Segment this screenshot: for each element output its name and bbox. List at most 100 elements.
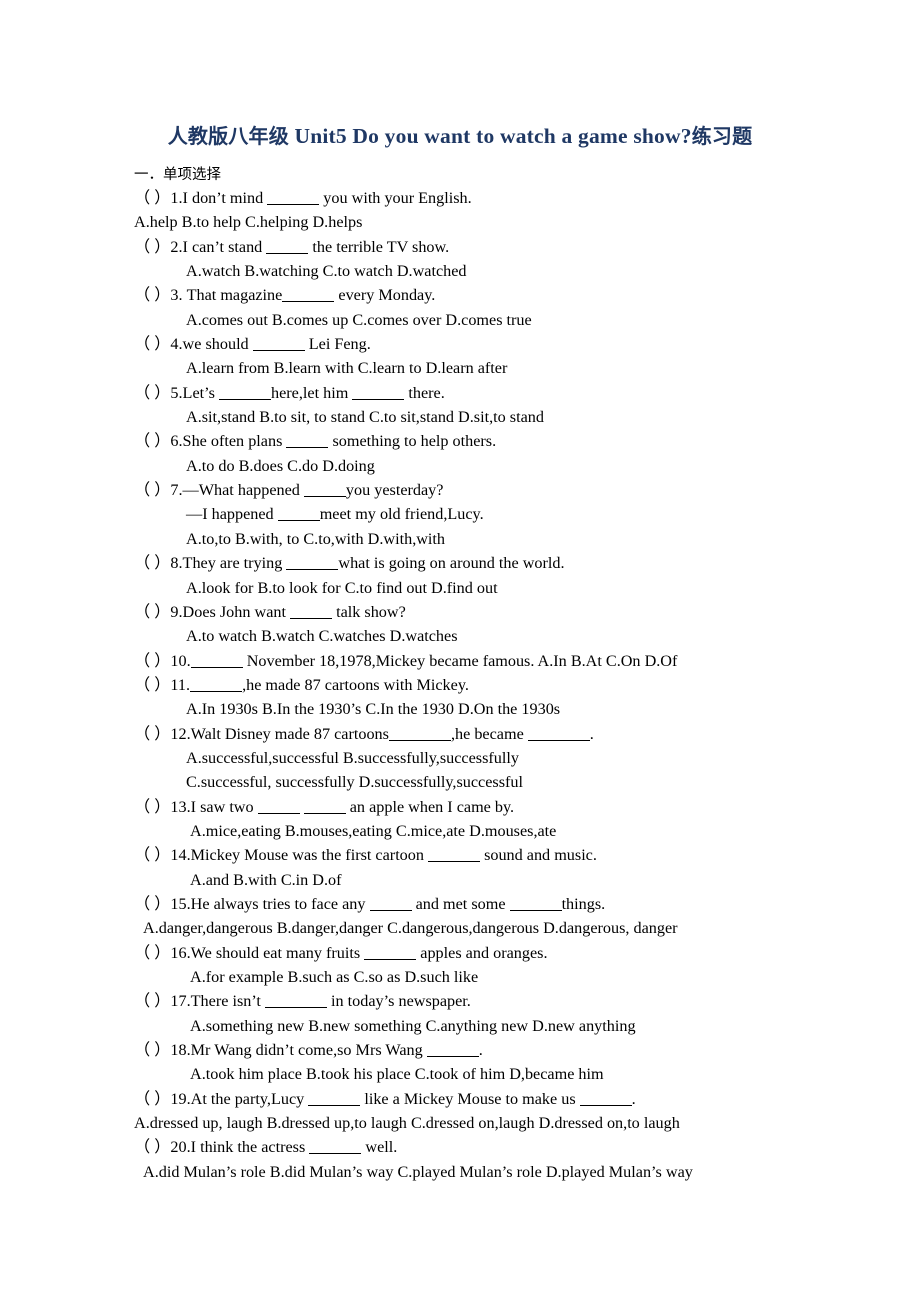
line-text: A.for example B.such as C.so as D.such l… [190, 968, 479, 986]
answer-blank [190, 651, 243, 668]
question-list: （ ）1.I don’t mind you with your English.… [0, 186, 920, 1184]
question-line: A.to,to B.with, to C.to,with D.with,with [0, 527, 920, 551]
question-line: A.to do B.does C.do D.doing [0, 454, 920, 478]
question-line: A.mice,eating B.mouses,eating C.mice,ate… [0, 819, 920, 843]
question-line: A.sit,stand B.to sit, to stand C.to sit,… [0, 405, 920, 429]
answer-blank [352, 383, 405, 400]
line-text: A.help B.to help C.helping D.helps [134, 213, 363, 232]
line-text: C.successful, successfully D.successfull… [186, 773, 524, 792]
question-line: A.for example B.such as C.so as D.such l… [0, 965, 920, 989]
line-text: A.In 1930s B.In the 1930’s C.In the 1930… [186, 700, 561, 719]
line-text: A.to,to B.with, to C.to,with D.with,with [186, 529, 446, 548]
line-text: A.watch B.watching C.to watch D.watched [186, 262, 467, 281]
line-text: （ ）20.I think the actress well. [134, 1138, 398, 1157]
question-line: A.learn from B.learn with C.learn to D.l… [0, 356, 920, 380]
line-text: （ ）11. ,he made 87 cartoons with Mickey. [134, 675, 469, 694]
line-text: （ ）8.They are trying what is going on ar… [134, 554, 565, 573]
line-text: （ ）6.She often plans something to help o… [134, 432, 497, 451]
answer-blank [290, 602, 333, 619]
question-line: A.watch B.watching C.to watch D.watched [0, 259, 920, 283]
line-text: A.sit,stand B.to sit, to stand C.to sit,… [186, 408, 544, 427]
line-text: A.mice,eating B.mouses,eating C.mice,ate… [190, 821, 557, 840]
question-line: A.help B.to help C.helping D.helps [0, 210, 920, 234]
line-text: （ ）19.At the party,Lucy like a Mickey Mo… [134, 1089, 636, 1108]
page-title-cn-prefix: 人教版八年级 [167, 124, 289, 148]
answer-blank [218, 383, 271, 400]
line-text: （ ）14.Mickey Mouse was the first cartoon… [134, 846, 597, 865]
question-line: （ ）8.They are trying what is going on ar… [0, 551, 920, 575]
answer-blank [264, 992, 327, 1009]
question-line: （ ）13.I saw two an apple when I came by. [0, 795, 920, 819]
line-text: （ ）13.I saw two an apple when I came by. [134, 797, 515, 816]
answer-blank [303, 481, 346, 498]
answer-blank [257, 797, 300, 814]
question-line: （ ）16.We should eat many fruits apples a… [0, 941, 920, 965]
answer-blank [277, 505, 320, 522]
question-line: （ ）4.we should Lei Feng. [0, 332, 920, 356]
answer-blank [579, 1089, 632, 1106]
line-text: A.comes out B.comes up C.comes over D.co… [186, 310, 532, 329]
line-text: （ ）5.Let’s here,let him there. [134, 383, 445, 402]
answer-blank [388, 724, 451, 741]
answer-blank [309, 1138, 362, 1155]
question-line: （ ）11. ,he made 87 cartoons with Mickey. [0, 673, 920, 697]
question-line: （ ）7.—What happened you yesterday? [0, 478, 920, 502]
question-line: （ ）17.There isn’t in today’s newspaper. [0, 989, 920, 1013]
question-line: A.something new B.new something C.anythi… [0, 1014, 920, 1038]
question-line: A.and B.with C.in D.of [0, 868, 920, 892]
page-title-en: Unit5 Do you want to watch a game show? [294, 124, 692, 148]
line-text: （ ）16.We should eat many fruits apples a… [134, 943, 548, 962]
question-line: A.to watch B.watch C.watches D.watches [0, 624, 920, 648]
question-line: A.In 1930s B.In the 1930’s C.In the 1930… [0, 697, 920, 721]
line-text: —I happened meet my old friend,Lucy. [186, 505, 484, 524]
question-line: （ ）9.Does John want talk show? [0, 600, 920, 624]
question-line: （ ）12.Walt Disney made 87 cartoons ,he be… [0, 722, 920, 746]
answer-blank [364, 943, 417, 960]
line-text: A.did Mulan’s role B.did Mulan’s way C.p… [143, 1162, 693, 1181]
line-text: （ ）2.I can’t stand the terrible TV show. [134, 237, 450, 256]
line-text: A.and B.with C.in D.of [190, 870, 342, 889]
answer-blank [308, 1089, 361, 1106]
question-line: （ ）2.I can’t stand the terrible TV show. [0, 235, 920, 259]
question-line: （ ）20.I think the actress well. [0, 1135, 920, 1159]
line-text: A.look for B.to look for C.to find out D… [186, 578, 498, 597]
question-line: （ ）3. That magazine every Monday. [0, 283, 920, 307]
question-line: A.did Mulan’s role B.did Mulan’s way C.p… [0, 1160, 920, 1184]
line-text: （ ）7.—What happened you yesterday? [134, 481, 444, 500]
question-line: （ ）14.Mickey Mouse was the first cartoon… [0, 843, 920, 867]
line-text: A.dressed up, laugh B.dressed up,to laug… [134, 1114, 680, 1133]
line-text: A.to do B.does C.do D.doing [186, 456, 375, 475]
page-title-cn-suffix: 练习题 [691, 124, 753, 148]
line-text: A.danger,dangerous B.danger,danger C.dan… [143, 919, 678, 938]
line-text: A.to watch B.watch C.watches D.watches [186, 627, 458, 646]
answer-blank [190, 676, 243, 692]
question-line: A.dressed up, laugh B.dressed up,to laug… [0, 1111, 920, 1135]
question-line: A.look for B.to look for C.to find out D… [0, 576, 920, 600]
answer-blank [527, 724, 590, 741]
question-line: A.comes out B.comes up C.comes over D.co… [0, 308, 920, 332]
question-line: —I happened meet my old friend,Lucy. [0, 502, 920, 526]
answer-blank [267, 189, 320, 205]
question-line: （ ）18.Mr Wang didn’t come,so Mrs Wang . [0, 1038, 920, 1062]
line-text: （ ）10. November 18,1978,Mickey became fa… [134, 651, 678, 670]
question-line: A.took him place B.took his place C.took… [0, 1062, 920, 1086]
answer-blank [303, 797, 346, 814]
answer-blank [282, 286, 335, 303]
line-text: （ ）12.Walt Disney made 87 cartoons ,he be… [134, 724, 594, 743]
line-text: （ ）1.I don’t mind you with your English. [134, 189, 472, 207]
line-text: （ ）3. That magazine every Monday. [134, 286, 436, 305]
question-line: A.successful,successful B.successfully,s… [0, 746, 920, 770]
question-line: A.danger,dangerous B.danger,danger C.dan… [0, 916, 920, 940]
question-line: C.successful, successfully D.successfull… [0, 770, 920, 794]
line-text: （ ）4.we should Lei Feng. [134, 335, 371, 354]
question-line: （ ）1.I don’t mind you with your English. [0, 186, 920, 210]
line-text: （ ）17.There isn’t in today’s newspaper. [134, 992, 471, 1011]
line-text: （ ）15.He always tries to face any and me… [134, 894, 606, 913]
section-heading: 一．单项选择 [134, 167, 221, 183]
answer-blank [509, 895, 562, 911]
answer-blank [266, 237, 309, 254]
line-text: A.took him place B.took his place C.took… [190, 1065, 604, 1084]
document-page: 人教版八年级 Unit5 Do you want to watch a game… [0, 0, 920, 1302]
answer-blank [426, 1041, 479, 1058]
question-line: （ ）10. November 18,1978,Mickey became fa… [0, 649, 920, 673]
